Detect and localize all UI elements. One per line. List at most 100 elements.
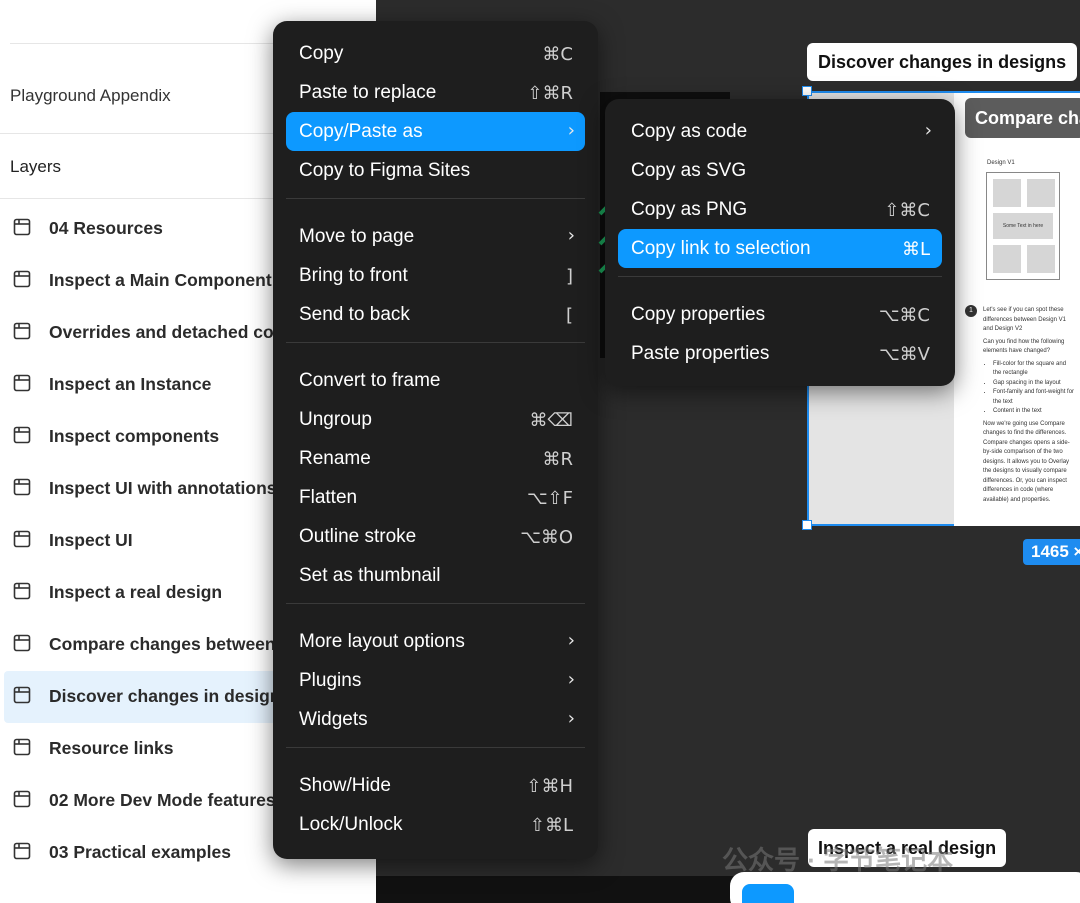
menu-item-set-as-thumbnail[interactable]: Set as thumbnail xyxy=(286,556,585,595)
menu-item-convert-to-frame[interactable]: Convert to frame xyxy=(286,361,585,400)
shortcut-hint: ⇧⌘L xyxy=(529,815,573,836)
menu-item-label: Flatten xyxy=(299,487,358,508)
menu-item-label: Show/Hide xyxy=(299,775,391,796)
mini-square xyxy=(1027,245,1055,273)
chevron-right-icon: › xyxy=(567,669,575,690)
chevron-right-icon: › xyxy=(567,120,575,141)
shortcut-hint: ⌥⌘V xyxy=(878,344,930,365)
menu-item-more-layout-options[interactable]: More layout options › xyxy=(286,622,585,661)
menu-item-label: Rename xyxy=(299,448,371,469)
layer-label: 04 Resources xyxy=(49,218,163,238)
menu-item-label: Paste properties xyxy=(631,343,770,364)
menu-item-label: Copy to Figma Sites xyxy=(299,160,471,181)
menu-item-copy-link-to-selection[interactable]: Copy link to selection ⌘L xyxy=(618,229,942,268)
frame-icon xyxy=(13,582,31,600)
layer-row-discover-changes-in-designs[interactable]: Discover changes in designs xyxy=(4,671,290,723)
layer-label: 02 More Dev Mode features xyxy=(49,790,276,810)
menu-item-label: Plugins xyxy=(299,670,362,691)
doc-instructions: Let's see if you can spot these differen… xyxy=(983,306,1075,508)
menu-item-label: Copy as PNG xyxy=(631,199,748,220)
frame-icon xyxy=(13,842,31,860)
layer-label: Inspect a real design xyxy=(49,582,223,602)
menu-item-rename[interactable]: Rename ⌘R xyxy=(286,439,585,478)
menu-item-copy-properties[interactable]: Copy properties ⌥⌘C xyxy=(618,295,942,334)
menu-separator xyxy=(286,198,585,199)
page-item-playground-appendix[interactable]: Playground Appendix xyxy=(10,86,171,106)
doc-bullet: Fill-color for the square and the rectan… xyxy=(993,360,1075,379)
shortcut-hint: ⇧⌘R xyxy=(527,83,573,104)
menu-item-copy-as-svg[interactable]: Copy as SVG xyxy=(618,151,942,190)
menu-item-label: Set as thumbnail xyxy=(299,565,441,586)
menu-item-copy-paste-as[interactable]: Copy/Paste as › xyxy=(286,112,585,151)
layer-label: Inspect UI with annotations xyxy=(49,478,277,498)
menu-item-flatten[interactable]: Flatten ⌥⇧F xyxy=(286,478,585,517)
menu-separator xyxy=(286,603,585,604)
layer-label: Inspect UI xyxy=(49,530,133,550)
menu-item-outline-stroke[interactable]: Outline stroke ⌥⌘O xyxy=(286,517,585,556)
layers-heading: Layers xyxy=(10,157,62,176)
doc-intro: Let's see if you can spot these differen… xyxy=(983,307,1066,332)
menu-item-copy-to-figma-sites[interactable]: Copy to Figma Sites xyxy=(286,151,585,190)
doc-bullet-list: Fill-color for the square and the rectan… xyxy=(983,360,1075,417)
context-menu: Copy ⌘C Paste to replace ⇧⌘R Copy/Paste as › C… xyxy=(273,21,598,859)
resize-handle-top-left[interactable] xyxy=(802,86,812,96)
mini-rectangle: Some Text in here xyxy=(993,213,1053,239)
shortcut-hint: ⌥⇧F xyxy=(526,488,573,509)
shortcut-hint: [ xyxy=(565,305,573,326)
mini-square xyxy=(993,245,1021,273)
menu-item-label: Send to back xyxy=(299,304,410,325)
shortcut-hint: ⇧⌘H xyxy=(526,776,573,797)
menu-item-label: Convert to frame xyxy=(299,370,441,391)
menu-separator xyxy=(286,342,585,343)
menu-item-lock-unlock[interactable]: Lock/Unlock ⇧⌘L xyxy=(286,805,585,844)
menu-item-paste-properties[interactable]: Paste properties ⌥⌘V xyxy=(618,334,942,373)
menu-item-ungroup[interactable]: Ungroup ⌘⌫ xyxy=(286,400,585,439)
frame-icon xyxy=(13,374,31,392)
frame-icon xyxy=(13,270,31,288)
menu-separator xyxy=(286,747,585,748)
menu-item-label: Outline stroke xyxy=(299,526,417,547)
menu-item-copy-as-code[interactable]: Copy as code › xyxy=(618,112,942,151)
menu-item-widgets[interactable]: Widgets › xyxy=(286,700,585,739)
menu-item-plugins[interactable]: Plugins › xyxy=(286,661,585,700)
menu-item-label: Copy link to selection xyxy=(631,238,811,259)
doc-bullet: Font-family and font-weight for the text xyxy=(993,388,1075,407)
chevron-right-icon: › xyxy=(924,120,932,141)
shortcut-hint: ⇧⌘C xyxy=(884,200,930,221)
menu-item-label: Copy xyxy=(299,43,344,64)
layer-label: Discover changes in designs xyxy=(49,686,291,706)
layer-label: Inspect components xyxy=(49,426,220,446)
menu-item-move-to-page[interactable]: Move to page › xyxy=(286,217,585,256)
frame-label-discover-changes[interactable]: Discover changes in designs xyxy=(807,43,1078,81)
layer-label: Inspect a Main Component xyxy=(49,270,272,290)
frame-icon xyxy=(13,634,31,652)
watermark: 公众号 · 字节笔记本 xyxy=(722,845,954,875)
menu-item-bring-to-front[interactable]: Bring to front] xyxy=(286,256,585,295)
chevron-right-icon: › xyxy=(567,225,575,246)
frame-icon xyxy=(13,530,31,548)
frame-icon xyxy=(13,322,31,340)
menu-item-label: More layout options xyxy=(299,631,465,652)
layer-label: Inspect an Instance xyxy=(49,374,212,394)
menu-item-show-hide[interactable]: Show/Hide ⇧⌘H xyxy=(286,766,585,805)
chevron-right-icon: › xyxy=(567,630,575,651)
step-number-badge: 1 xyxy=(965,305,977,317)
dimension-badge: 1465 × xyxy=(1023,539,1080,565)
design-v1-label: Design V1 xyxy=(987,160,1015,166)
frame-icon xyxy=(13,218,31,236)
menu-item-label: Copy as code xyxy=(631,121,748,142)
doc-question: Can you find how the following elements … xyxy=(983,338,1065,355)
menu-item-send-to-back[interactable]: Send to back [ xyxy=(286,295,585,334)
shortcut-hint: ⌘R xyxy=(542,449,573,470)
design-v1-preview: Some Text in here xyxy=(986,172,1060,280)
compare-changes-tab[interactable]: Compare cha xyxy=(965,98,1080,138)
menu-item-copy-as-png[interactable]: Copy as PNG ⇧⌘C xyxy=(618,190,942,229)
menu-item-label: Widgets xyxy=(299,709,368,730)
menu-item-paste-to-replace[interactable]: Paste to replace ⇧⌘R xyxy=(286,73,585,112)
menu-item-label: Lock/Unlock xyxy=(299,814,403,835)
shortcut-hint: ⌘L xyxy=(901,239,930,260)
menu-item-copy[interactable]: Copy ⌘C xyxy=(286,34,585,73)
resize-handle-bottom-left[interactable] xyxy=(802,520,812,530)
frame-icon xyxy=(13,738,31,756)
move-tool-button[interactable] xyxy=(742,884,794,903)
